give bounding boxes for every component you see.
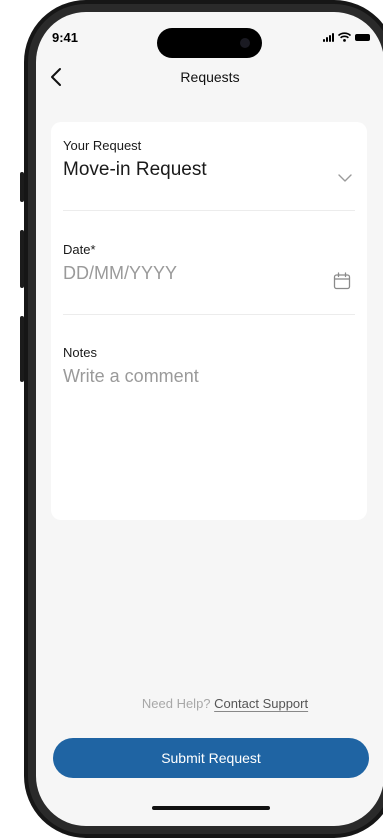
dynamic-island: [157, 28, 262, 58]
divider: [63, 210, 355, 211]
date-placeholder: DD/MM/YYYY: [63, 263, 178, 283]
nav-bar: Requests: [36, 66, 383, 100]
camera-lens: [240, 38, 250, 48]
divider: [63, 314, 355, 315]
status-time: 9:41: [52, 30, 79, 45]
signal-icon: [323, 32, 334, 42]
help-row: Need Help? Contact Support: [36, 696, 383, 711]
request-type-label: Your Request: [63, 138, 142, 153]
notes-label: Notes: [63, 345, 97, 360]
contact-support-link[interactable]: Contact Support: [214, 696, 308, 711]
wifi-icon: [338, 32, 351, 42]
chevron-down-icon: [338, 174, 352, 182]
request-type-select[interactable]: Your Request Move-in Request: [63, 138, 355, 200]
calendar-icon[interactable]: [333, 272, 351, 290]
date-label: Date*: [63, 242, 96, 257]
phone-screen: 9:41 Requests Your Request Move-in Reque…: [36, 12, 383, 826]
home-indicator: [152, 806, 270, 810]
date-field[interactable]: Date* DD/MM/YYYY: [63, 242, 355, 304]
notes-placeholder: Write a comment: [63, 366, 199, 386]
battery-icon: [355, 33, 370, 41]
notes-field[interactable]: Notes Write a comment: [63, 345, 355, 505]
status-icons: [323, 32, 370, 42]
request-type-value: Move-in Request: [63, 159, 207, 180]
request-form-card: Your Request Move-in Request Date* DD/MM…: [51, 122, 367, 520]
page-title: Requests: [180, 69, 240, 85]
app-canvas: 9:41 Requests Your Request Move-in Reque…: [0, 0, 383, 838]
submit-request-button[interactable]: Submit Request: [53, 738, 369, 778]
help-prompt: Need Help?: [141, 696, 211, 711]
status-bar: 9:41: [36, 12, 383, 58]
